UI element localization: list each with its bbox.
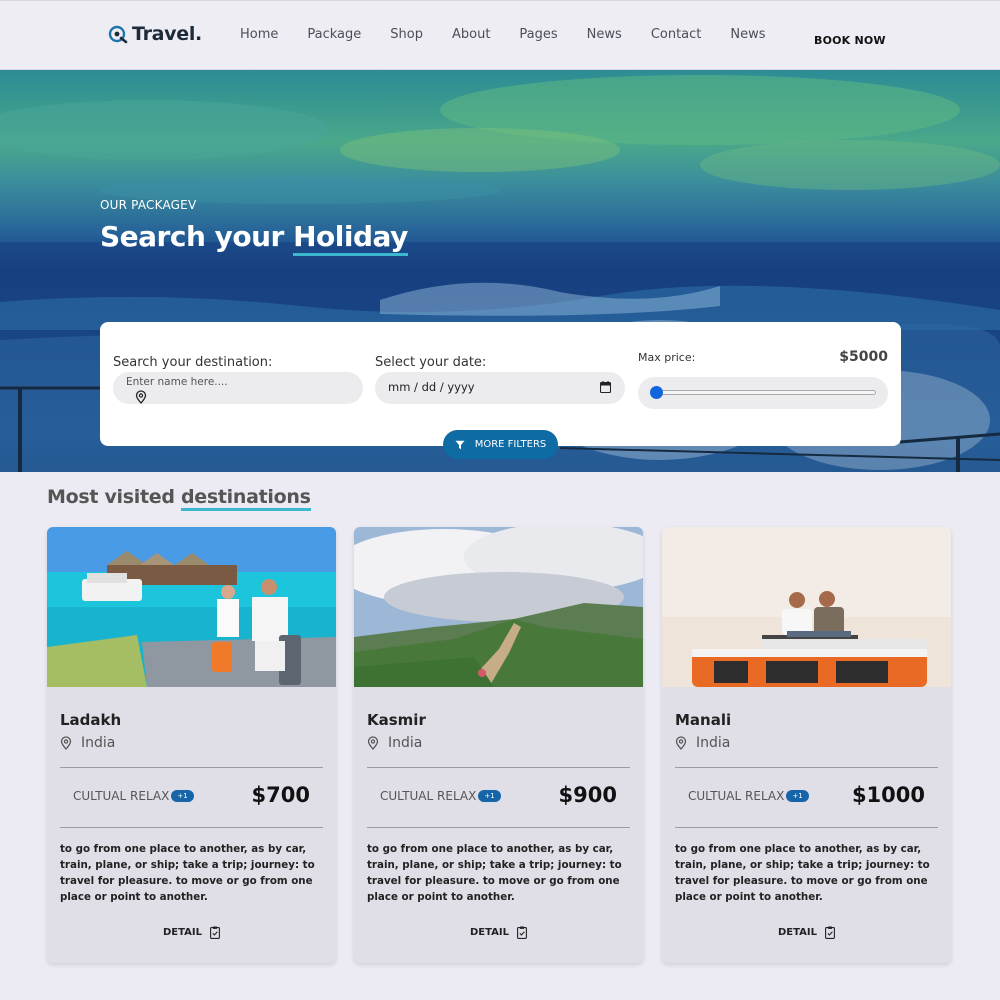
beach-resort-image xyxy=(47,527,336,687)
slider-track xyxy=(656,390,876,395)
nav-pages[interactable]: Pages xyxy=(519,27,557,42)
category-badge: +1 xyxy=(478,790,501,802)
nav-news-2[interactable]: News xyxy=(730,27,765,42)
clipboard-check-icon xyxy=(825,926,835,939)
destination-location: India xyxy=(367,735,422,751)
detail-label: DETAIL xyxy=(469,927,509,938)
location-pin-icon xyxy=(60,736,72,750)
location-pin-icon xyxy=(675,736,687,750)
section-title-highlight: destinations xyxy=(180,486,311,511)
category-tag: CULTUAL RELAX +1 xyxy=(380,789,501,803)
destination-country: India xyxy=(388,735,423,751)
location-pin-icon xyxy=(367,736,379,750)
destination-image xyxy=(47,527,336,687)
nav-about[interactable]: About xyxy=(452,27,490,42)
max-price-value: $5000 xyxy=(839,349,888,365)
hero-eyebrow: OUR PACKAGEV xyxy=(100,198,197,212)
hero-title-highlight: Holiday xyxy=(293,220,408,256)
calendar-icon[interactable] xyxy=(600,381,611,393)
mountain-trail-image xyxy=(354,527,643,687)
destination-image xyxy=(662,527,951,687)
category-label: CULTUAL RELAX xyxy=(380,789,477,803)
detail-label: DETAIL xyxy=(162,927,202,938)
destination-location: India xyxy=(675,735,730,751)
category-tag: CULTUAL RELAX +1 xyxy=(688,789,809,803)
divider xyxy=(60,767,323,768)
logo-text: Travel. xyxy=(132,23,202,45)
van-roof-image xyxy=(662,527,951,687)
destination-description: to go from one place to another, as by c… xyxy=(675,843,930,903)
destination-price: $1000 xyxy=(851,783,925,807)
destination-card[interactable]: Manali India CULTUAL RELAX +1 $1000 to g… xyxy=(662,527,951,963)
destination-image xyxy=(354,527,643,687)
price-slider[interactable] xyxy=(638,377,888,409)
book-now-button[interactable]: BOOK NOW xyxy=(814,34,886,47)
filter-icon xyxy=(455,440,465,449)
destination-name: Manali xyxy=(675,711,732,729)
hero-title: Search your Holiday xyxy=(100,220,408,256)
divider xyxy=(367,767,630,768)
search-panel: Search your destination: Enter name here… xyxy=(100,322,901,446)
nav-home[interactable]: Home xyxy=(240,27,278,42)
date-input[interactable]: mm / dd / yyyy xyxy=(375,372,625,404)
main-nav: Home Package Shop About Pages News Conta… xyxy=(240,27,795,42)
category-badge: +1 xyxy=(786,790,809,802)
nav-package[interactable]: Package xyxy=(307,27,361,42)
destination-location: India xyxy=(60,735,115,751)
destination-placeholder: Enter name here.... xyxy=(126,376,228,388)
more-filters-label: MORE FILTERS xyxy=(474,439,547,450)
max-price-label: Max price: xyxy=(638,351,696,364)
destination-description: to go from one place to another, as by c… xyxy=(367,843,622,903)
more-filters-button[interactable]: MORE FILTERS xyxy=(443,430,558,459)
date-label: Select your date: xyxy=(375,355,487,370)
section-title-start: Most visited xyxy=(47,486,181,508)
divider xyxy=(675,767,938,768)
date-input-value: mm / dd / yyyy xyxy=(388,380,475,394)
location-pin-icon xyxy=(135,390,147,404)
detail-button[interactable]: DETAIL xyxy=(354,926,643,939)
divider xyxy=(60,827,323,828)
logo[interactable]: Travel. xyxy=(108,23,202,45)
destination-description: to go from one place to another, as by c… xyxy=(60,843,315,903)
clipboard-check-icon xyxy=(517,926,527,939)
clipboard-check-icon xyxy=(210,926,220,939)
logo-icon xyxy=(108,25,128,44)
destination-name: Ladakh xyxy=(60,711,122,729)
top-navbar: Travel. Home Package Shop About Pages Ne… xyxy=(0,0,1000,70)
detail-button[interactable]: DETAIL xyxy=(47,926,336,939)
destination-input[interactable]: Enter name here.... xyxy=(113,372,363,404)
destination-label: Search your destination: xyxy=(113,355,273,370)
category-badge: +1 xyxy=(171,790,194,802)
nav-shop[interactable]: Shop xyxy=(390,27,423,42)
category-tag: CULTUAL RELAX +1 xyxy=(73,789,194,803)
nav-contact[interactable]: Contact xyxy=(651,27,702,42)
destination-country: India xyxy=(696,735,731,751)
destination-card[interactable]: Ladakh India CULTUAL RELAX +1 $700 to go… xyxy=(47,527,336,963)
destination-name: Kasmir xyxy=(367,711,426,729)
slider-knob[interactable] xyxy=(650,386,663,399)
destination-card[interactable]: Kasmir India CULTUAL RELAX +1 $900 to go… xyxy=(354,527,643,963)
nav-news[interactable]: News xyxy=(587,27,622,42)
hero-title-start: Search your xyxy=(100,220,294,253)
divider xyxy=(675,827,938,828)
detail-label: DETAIL xyxy=(777,927,817,938)
category-label: CULTUAL RELAX xyxy=(688,789,785,803)
section-title: Most visited destinations xyxy=(47,486,311,511)
divider xyxy=(367,827,630,828)
destination-price: $900 xyxy=(558,783,617,807)
destination-price: $700 xyxy=(251,783,310,807)
destination-country: India xyxy=(81,735,116,751)
detail-button[interactable]: DETAIL xyxy=(662,926,951,939)
category-label: CULTUAL RELAX xyxy=(73,789,170,803)
